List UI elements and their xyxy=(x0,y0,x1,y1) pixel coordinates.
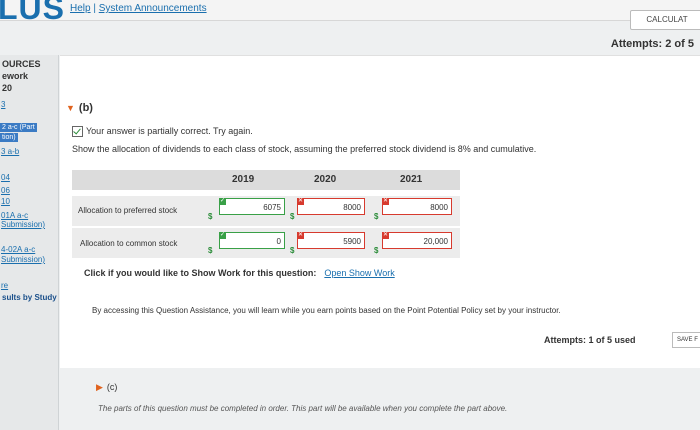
open-show-work-link[interactable]: Open Show Work xyxy=(324,268,394,278)
wileyplus-logo: LUS xyxy=(0,0,65,26)
x-icon: ✕ xyxy=(382,232,389,239)
sidebar-heading: OURCES xyxy=(2,59,41,69)
results-by-study-link[interactable]: sults by Study xyxy=(2,293,57,302)
sidebar-item-active-sub[interactable]: tion) xyxy=(0,133,18,142)
show-work-prompt: Click if you would like to Show Work for… xyxy=(84,268,395,278)
year-header: 2021 xyxy=(400,174,423,185)
part-b-header[interactable]: ▼ (b) xyxy=(66,102,93,114)
currency-symbol: $ xyxy=(374,246,379,255)
part-c-label: (c) xyxy=(106,382,118,392)
system-announcements-link[interactable]: System Announcements xyxy=(99,3,207,14)
currency-symbol: $ xyxy=(208,246,213,255)
help-link[interactable]: Help xyxy=(70,3,91,14)
currency-symbol: $ xyxy=(208,212,213,221)
check-icon: ✓ xyxy=(219,198,226,205)
sidebar-number: 20 xyxy=(2,83,13,93)
sidebar-item[interactable]: 4-02A a-c xyxy=(1,245,35,254)
currency-symbol: $ xyxy=(290,246,295,255)
year-header: 2020 xyxy=(314,174,337,185)
year-header: 2019 xyxy=(232,174,255,185)
assistance-note: By accessing this Question Assistance, y… xyxy=(92,306,561,315)
part-c-header[interactable]: ▶ (c) xyxy=(96,382,117,393)
currency-symbol: $ xyxy=(374,212,379,221)
caret-down-icon: ▼ xyxy=(66,103,75,113)
part-c-note: The parts of this question must be compl… xyxy=(98,404,508,413)
attempts-counter: Attempts: 2 of 5 xyxy=(610,38,694,50)
sidebar-item[interactable]: 06 xyxy=(1,186,10,195)
row-label-common: Allocation to common stock xyxy=(80,239,178,248)
currency-symbol: $ xyxy=(290,212,295,221)
show-work-text: Click if you would like to Show Work for… xyxy=(84,268,317,278)
sidebar-item[interactable]: Submission) xyxy=(1,220,45,229)
sidebar-item[interactable]: 3 a-b xyxy=(1,147,19,156)
common-2019-input[interactable]: 0 xyxy=(219,232,285,249)
x-icon: ✕ xyxy=(297,198,304,205)
part-b-attempts: Attempts: 1 of 5 used xyxy=(544,335,636,345)
link-separator: | xyxy=(93,3,96,14)
check-icon: ✓ xyxy=(219,232,226,239)
partial-check-icon xyxy=(72,126,83,138)
x-icon: ✕ xyxy=(382,198,389,205)
row-label-preferred: Allocation to preferred stock xyxy=(78,206,178,215)
x-icon: ✕ xyxy=(297,232,304,239)
preferred-2021-input[interactable]: 8000 xyxy=(382,198,452,215)
calculator-button[interactable]: CALCULAT xyxy=(630,10,700,30)
save-button[interactable]: SAVE F xyxy=(672,332,700,348)
sidebar-item[interactable]: 10 xyxy=(1,197,10,206)
part-b-label: (b) xyxy=(78,102,93,114)
sidebar-item[interactable]: re xyxy=(1,281,8,290)
sidebar-subheading: ework xyxy=(2,71,29,81)
sidebar-item-active[interactable]: 2 a-c (Part xyxy=(0,123,37,132)
sidebar-item[interactable]: 01A a-c xyxy=(1,211,28,220)
sidebar-item[interactable]: 04 xyxy=(1,173,10,182)
sidebar-item[interactable]: 3 xyxy=(1,100,5,109)
top-links: Help | System Announcements xyxy=(70,3,207,14)
resources-sidebar: OURCES ework 20 3 2 a-c (Part tion) 3 a-… xyxy=(0,55,59,430)
caret-right-icon: ▶ xyxy=(96,382,103,392)
question-instruction: Show the allocation of dividends to each… xyxy=(72,144,537,154)
feedback-text: Your answer is partially correct. Try ag… xyxy=(86,126,253,136)
feedback-message: Your answer is partially correct. Try ag… xyxy=(72,126,253,138)
common-2021-input[interactable]: 20,000 xyxy=(382,232,452,249)
sidebar-item[interactable]: Submission) xyxy=(1,255,45,264)
preferred-2020-input[interactable]: 8000 xyxy=(297,198,365,215)
common-2020-input[interactable]: 5900 xyxy=(297,232,365,249)
preferred-2019-input[interactable]: 6075 xyxy=(219,198,285,215)
top-bar: LUS Help | System Announcements xyxy=(0,0,700,26)
